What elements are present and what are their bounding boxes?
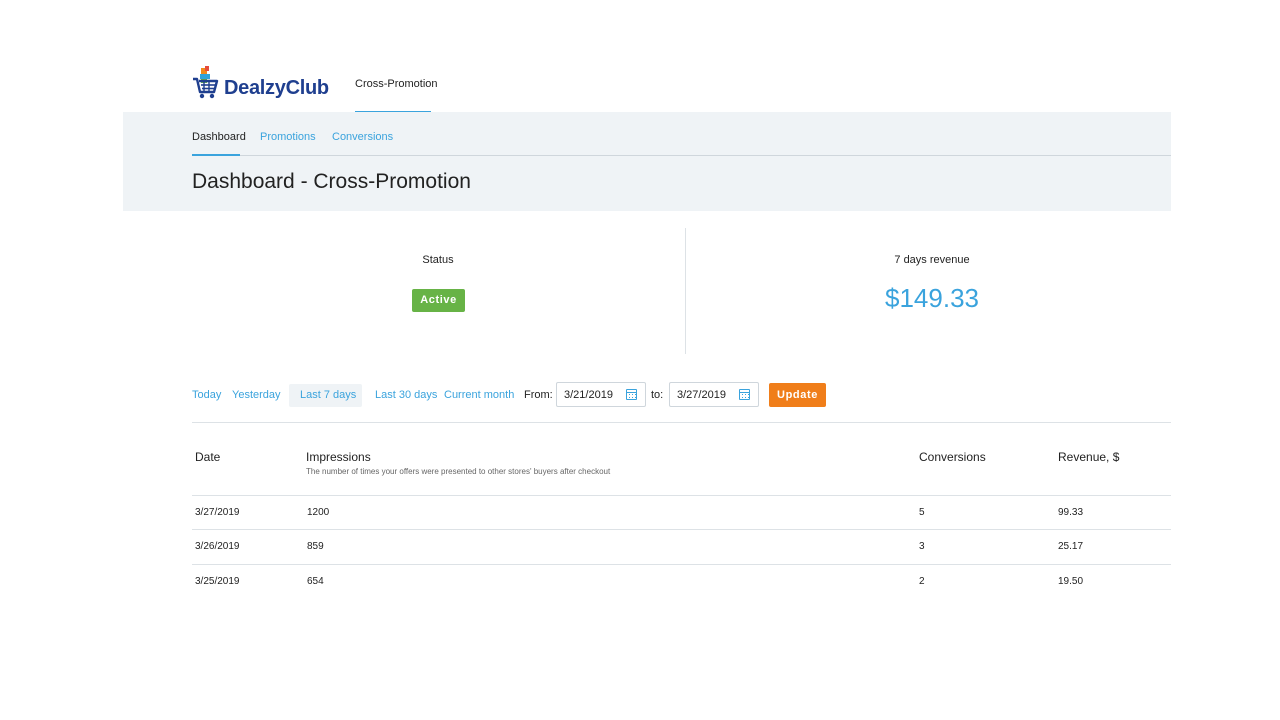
cell-impressions: 859 (307, 541, 324, 552)
cell-impressions: 1200 (307, 507, 330, 518)
cell-conversions: 2 (919, 576, 925, 587)
stats-divider (685, 228, 686, 354)
row-divider (192, 495, 1171, 496)
row-divider (192, 564, 1171, 565)
filter-last-30-days[interactable]: Last 30 days (375, 389, 437, 401)
cell-impressions: 654 (307, 576, 324, 587)
status-label: Status (422, 254, 454, 266)
cell-conversions: 3 (919, 541, 925, 552)
subnav-item-conversions[interactable]: Conversions (332, 131, 393, 143)
cell-conversions: 5 (919, 507, 925, 518)
filter-last-7-days[interactable]: Last 7 days (300, 389, 356, 401)
to-label: to: (651, 389, 664, 401)
cell-revenue: 99.33 (1058, 507, 1084, 518)
filter-yesterday[interactable]: Yesterday (232, 389, 281, 401)
subnav-item-promotions[interactable]: Promotions (260, 131, 316, 143)
calendar-icon[interactable] (739, 389, 750, 400)
subnav-item-dashboard[interactable]: Dashboard (192, 131, 246, 143)
sub-navigation: Dashboard Promotions Conversions (192, 112, 1171, 156)
column-header-date: Date (195, 450, 221, 464)
row-divider (192, 529, 1171, 530)
filter-today[interactable]: Today (192, 389, 221, 401)
brand-logo[interactable]: DealzyClub (192, 66, 329, 100)
cell-date: 3/27/2019 (195, 507, 240, 518)
active-subnav-indicator (192, 154, 240, 156)
impressions-description: The number of times your offers were pre… (306, 467, 611, 476)
from-label: From: (524, 389, 553, 401)
column-header-conversions: Conversions (919, 450, 986, 464)
cell-date: 3/26/2019 (195, 541, 240, 552)
status-badge: Active (412, 289, 465, 312)
revenue-label: 7 days revenue (894, 254, 970, 266)
cell-revenue: 19.50 (1058, 576, 1084, 587)
cell-date: 3/25/2019 (195, 576, 240, 587)
revenue-value: $149.33 (885, 283, 979, 313)
tab-cross-promotion[interactable]: Cross-Promotion (355, 56, 438, 112)
column-header-impressions: Impressions (306, 450, 371, 464)
cell-revenue: 25.17 (1058, 541, 1084, 552)
shopping-cart-icon (192, 66, 220, 100)
tab-cross-promotion-label: Cross-Promotion (355, 78, 438, 90)
update-button[interactable]: Update (769, 383, 826, 407)
filter-current-month[interactable]: Current month (444, 389, 514, 401)
column-header-revenue: Revenue, $ (1058, 450, 1120, 464)
brand-name: DealzyClub (224, 76, 329, 99)
calendar-icon[interactable] (626, 389, 637, 400)
divider (192, 422, 1171, 423)
page-title: Dashboard - Cross-Promotion (192, 170, 471, 193)
